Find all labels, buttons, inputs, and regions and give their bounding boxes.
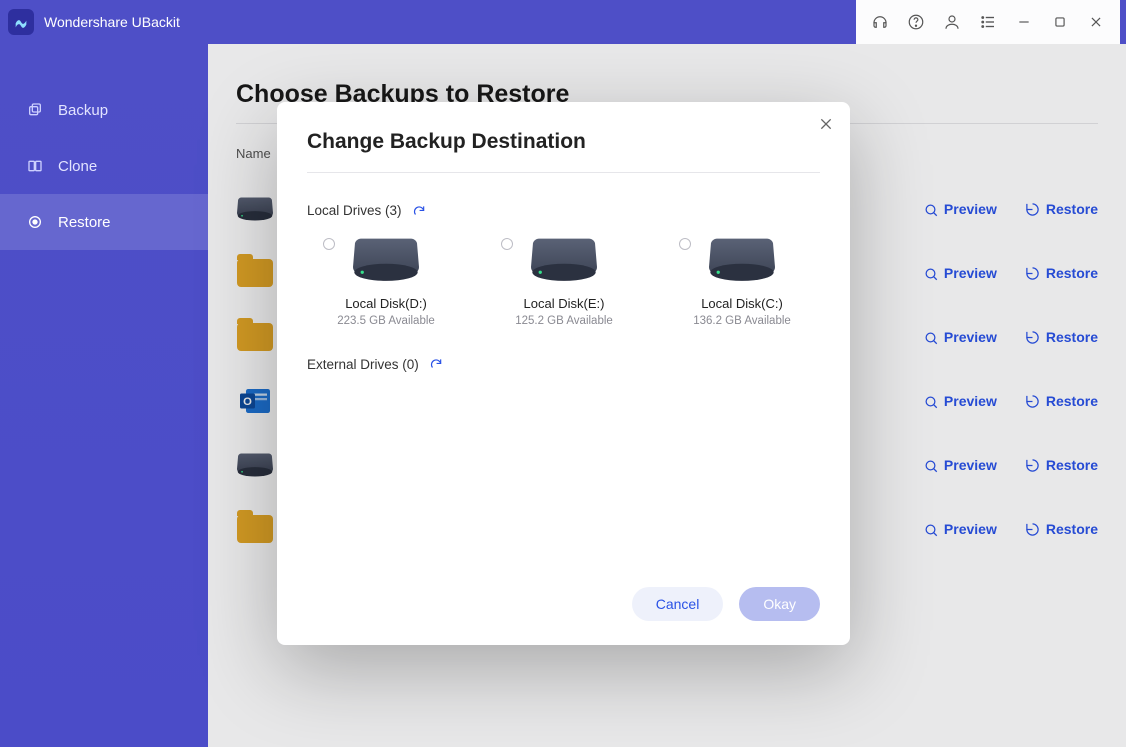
external-drives-label: External Drives (0) <box>307 357 419 372</box>
backup-icon <box>26 101 44 119</box>
sidebar-item-label: Backup <box>58 102 108 119</box>
radio-icon[interactable] <box>501 238 513 250</box>
maximize-button[interactable] <box>1046 8 1074 36</box>
sidebar-item-clone[interactable]: Clone <box>0 138 208 194</box>
sidebar-item-restore[interactable]: Restore <box>0 194 208 250</box>
local-drives-header: Local Drives (3) <box>307 203 820 218</box>
drive-name: Local Disk(C:) <box>701 296 783 311</box>
drive-icon <box>353 236 419 284</box>
restore-icon <box>26 213 44 231</box>
local-drives-label: Local Drives (3) <box>307 203 402 218</box>
app-window: Wondershare UBackit Backup Clone Resto <box>0 0 1126 747</box>
drive-available: 136.2 GB Available <box>693 315 791 327</box>
sidebar-item-label: Restore <box>58 214 111 231</box>
title-bar: Wondershare UBackit <box>0 0 1126 44</box>
sidebar-item-backup[interactable]: Backup <box>0 82 208 138</box>
modal-divider <box>307 172 820 173</box>
support-icon[interactable] <box>866 8 894 36</box>
drive-name: Local Disk(E:) <box>524 296 605 311</box>
cancel-button[interactable]: Cancel <box>632 587 724 621</box>
close-button[interactable] <box>1082 8 1110 36</box>
clone-icon <box>26 157 44 175</box>
window-controls <box>856 0 1120 44</box>
refresh-icon[interactable] <box>412 204 426 218</box>
minimize-button[interactable] <box>1010 8 1038 36</box>
app-logo <box>8 9 34 35</box>
app-title: Wondershare UBackit <box>44 14 180 30</box>
menu-icon[interactable] <box>974 8 1002 36</box>
modal-close-button[interactable] <box>818 116 834 132</box>
sidebar-item-label: Clone <box>58 158 97 175</box>
drive-name: Local Disk(D:) <box>345 296 427 311</box>
modal-footer: Cancel Okay <box>307 587 820 621</box>
drive-option[interactable]: Local Disk(C:) 136.2 GB Available <box>677 236 807 327</box>
drive-option[interactable]: Local Disk(D:) 223.5 GB Available <box>321 236 451 327</box>
help-icon[interactable] <box>902 8 930 36</box>
change-destination-modal: Change Backup Destination Local Drives (… <box>277 102 850 645</box>
radio-icon[interactable] <box>323 238 335 250</box>
drive-icon <box>531 236 597 284</box>
account-icon[interactable] <box>938 8 966 36</box>
radio-icon[interactable] <box>679 238 691 250</box>
external-drives-header: External Drives (0) <box>307 357 820 372</box>
okay-button[interactable]: Okay <box>739 587 820 621</box>
drive-list: Local Disk(D:) 223.5 GB Available Local … <box>307 236 820 327</box>
sidebar: Backup Clone Restore <box>0 44 208 747</box>
drive-available: 125.2 GB Available <box>515 315 613 327</box>
refresh-icon[interactable] <box>429 357 443 371</box>
modal-title: Change Backup Destination <box>307 130 820 154</box>
drive-option[interactable]: Local Disk(E:) 125.2 GB Available <box>499 236 629 327</box>
drive-available: 223.5 GB Available <box>337 315 435 327</box>
drive-icon <box>709 236 775 284</box>
